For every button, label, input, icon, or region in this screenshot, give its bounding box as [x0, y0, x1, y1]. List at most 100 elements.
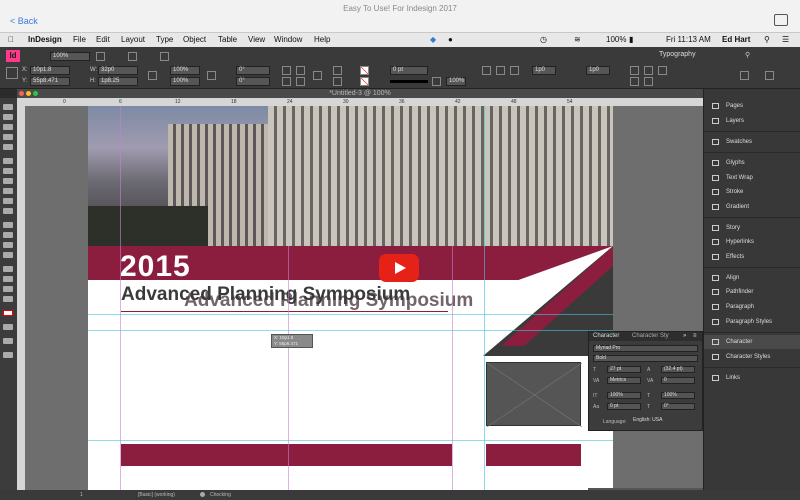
horizontal-ruler[interactable]: 0 6 12 18 24 30 36 42 48 54: [17, 98, 703, 106]
panel-collapse-icon[interactable]: »: [683, 332, 686, 341]
fx-icon[interactable]: [432, 77, 441, 86]
p-reference-icon[interactable]: [313, 71, 322, 80]
stroke-swatch-icon[interactable]: [360, 77, 369, 86]
heading-text[interactable]: Advanced Planning Symposium: [121, 284, 410, 306]
type-tool-icon[interactable]: [3, 158, 13, 164]
quick-apply-icon[interactable]: [740, 71, 749, 80]
pasteboard[interactable]: 2015 Advanced Planning Symposium Advance…: [25, 106, 703, 490]
text-wrap-bbox-icon[interactable]: [496, 66, 505, 75]
constrain-proportions-icon[interactable]: [148, 71, 157, 80]
bottom-red-bar-left[interactable]: [121, 444, 452, 466]
fill-swatch-icon[interactable]: [360, 66, 369, 75]
panel-paragraph-styles[interactable]: Paragraph Styles: [704, 315, 800, 329]
fitting-content-icon[interactable]: [630, 77, 639, 86]
guide-horizontal[interactable]: [88, 440, 613, 441]
fill-stroke-icon[interactable]: [3, 310, 13, 316]
scale-y-field[interactable]: 100%: [170, 77, 200, 86]
menu-file[interactable]: File: [73, 35, 86, 44]
rotation-field[interactable]: 0°: [236, 66, 270, 75]
rectangle-frame-tool-icon[interactable]: [3, 198, 13, 204]
dropbox-icon[interactable]: ◆: [430, 35, 436, 44]
line-tool-icon[interactable]: [3, 168, 13, 174]
menu-edit[interactable]: Edit: [96, 35, 110, 44]
shear-field[interactable]: 0°: [236, 77, 270, 86]
stroke-weight-field[interactable]: 0 pt: [390, 66, 428, 75]
panel-glyphs[interactable]: Glyphs: [704, 156, 800, 170]
height-field[interactable]: 1p8.25: [98, 77, 138, 86]
workspace-switcher[interactable]: Typography: [659, 51, 696, 58]
width-field[interactable]: 32p0: [98, 66, 138, 75]
text-wrap-shape-icon[interactable]: [510, 66, 519, 75]
arrange-documents-icon[interactable]: [160, 52, 169, 61]
style-status[interactable]: [Basic] (working): [138, 492, 175, 498]
wifi-icon[interactable]: ≋: [574, 35, 581, 44]
font-family-select[interactable]: Myriad Pro: [593, 345, 698, 352]
menu-type[interactable]: Type: [156, 35, 173, 44]
panel-align[interactable]: Align: [704, 271, 800, 285]
spotlight-icon[interactable]: ⚲: [764, 35, 770, 44]
screen-mode-tool-icon[interactable]: [3, 352, 13, 358]
control-panel-menu-icon[interactable]: [765, 71, 774, 80]
rotate-cw-icon[interactable]: [282, 66, 291, 75]
fullscreen-icon[interactable]: [774, 14, 788, 26]
select-container-icon[interactable]: [333, 66, 342, 75]
rotate-ccw-icon[interactable]: [296, 66, 305, 75]
kerning-select[interactable]: Metrics: [607, 377, 641, 384]
clock[interactable]: Fri 11:13 AM: [666, 35, 711, 44]
menu-window[interactable]: Window: [274, 35, 302, 44]
year-heading[interactable]: 2015: [120, 250, 191, 284]
reference-point-icon[interactable]: [6, 67, 18, 79]
fitting-fill-icon[interactable]: [630, 66, 639, 75]
history-icon[interactable]: ◷: [540, 35, 547, 44]
notification-center-icon[interactable]: ☰: [782, 35, 789, 44]
hero-photo[interactable]: [88, 106, 613, 246]
view-options-icon[interactable]: [96, 52, 105, 61]
fitting-center-icon[interactable]: [644, 77, 653, 86]
gradient-swatch-tool-icon[interactable]: [3, 242, 13, 248]
fitting-proportion-icon[interactable]: [644, 66, 653, 75]
panel-character[interactable]: Character: [704, 335, 800, 349]
direct-selection-tool-icon[interactable]: [3, 114, 13, 120]
font-size-field[interactable]: 27 pt: [607, 366, 641, 373]
scale-x-field[interactable]: 100%: [170, 66, 200, 75]
guide-horizontal[interactable]: [88, 314, 613, 315]
panel-pages[interactable]: Pages: [704, 99, 800, 113]
skew-field[interactable]: 0°: [661, 403, 695, 410]
pencil-tool-icon[interactable]: [3, 188, 13, 194]
flip-horizontal-icon[interactable]: [282, 77, 291, 86]
document-tab[interactable]: *Untitled-3 @ 100%: [17, 89, 703, 98]
page-number-field[interactable]: 1: [80, 492, 83, 498]
x-field[interactable]: 10p1.8: [30, 66, 70, 75]
image-placeholder-frame[interactable]: [486, 362, 582, 427]
guide-vertical[interactable]: [484, 106, 485, 490]
panel-layers[interactable]: Layers: [704, 114, 800, 128]
vertical-scale-field[interactable]: 100%: [607, 392, 641, 399]
menu-indesign[interactable]: InDesign: [28, 35, 62, 44]
scissors-tool-icon[interactable]: [3, 222, 13, 228]
apple-icon[interactable]: : [8, 35, 14, 44]
back-button[interactable]: < Back: [10, 16, 38, 26]
fitting-frame-icon[interactable]: [658, 66, 667, 75]
menu-help[interactable]: Help: [314, 35, 330, 44]
bottom-red-bar-right[interactable]: [486, 444, 581, 466]
panel-hyperlinks[interactable]: Hyperlinks: [704, 235, 800, 249]
panel-menu-icon[interactable]: ≡: [693, 332, 697, 341]
panel-stroke[interactable]: Stroke: [704, 185, 800, 199]
panel-swatches[interactable]: Swatches: [704, 135, 800, 149]
battery-icon[interactable]: ▮: [629, 35, 633, 44]
tracking-field[interactable]: 0: [661, 377, 695, 384]
guide-horizontal[interactable]: [88, 330, 613, 331]
tab-character-styles[interactable]: Character Sty: [632, 332, 669, 341]
columns-field[interactable]: 1p0: [532, 66, 556, 75]
panel-pathfinder[interactable]: Pathfinder: [704, 285, 800, 299]
leading-field[interactable]: (32.4 pt): [661, 366, 695, 373]
panel-text-wrap[interactable]: Text Wrap: [704, 171, 800, 185]
font-style-select[interactable]: Bold: [593, 355, 698, 362]
link-scale-icon[interactable]: [207, 71, 216, 80]
gap-tool-icon[interactable]: [3, 134, 13, 140]
language-select[interactable]: English: USA: [631, 418, 697, 425]
panel-gradient[interactable]: Gradient: [704, 200, 800, 214]
panel-story[interactable]: Story: [704, 221, 800, 235]
panel-links[interactable]: Links: [704, 371, 800, 385]
zoom-tool-icon[interactable]: [3, 296, 13, 302]
